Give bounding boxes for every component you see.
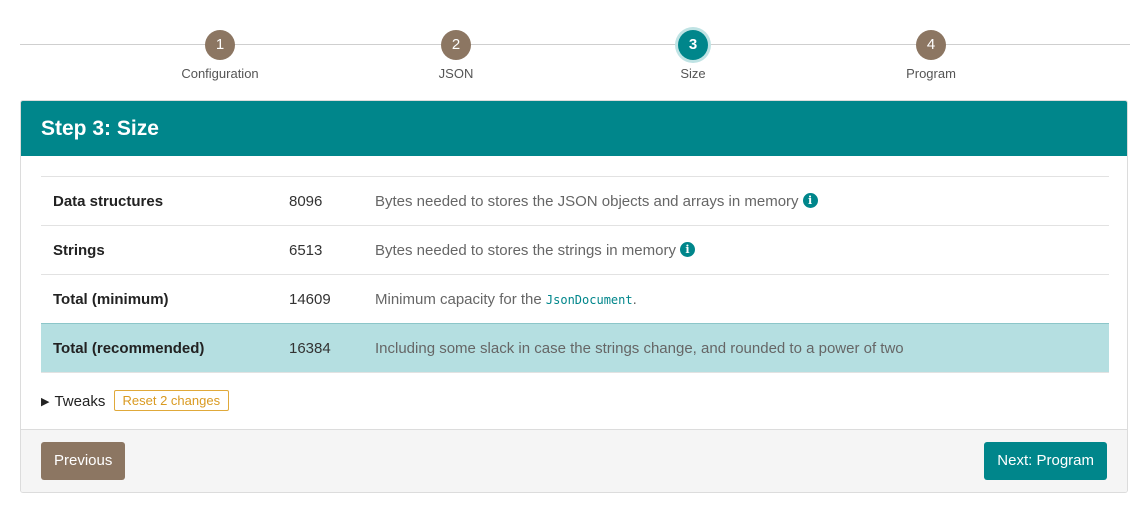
step-size: 3 Size — [613, 30, 773, 81]
row-value: 14609 — [277, 274, 363, 324]
table-row: Data structures 8096 Bytes needed to sto… — [41, 176, 1109, 226]
stepper: 1 Configuration 2 JSON 3 Size 4 Program — [20, 30, 1130, 90]
step-number: 1 — [205, 30, 235, 60]
step-program[interactable]: 4 Program — [851, 30, 1011, 81]
step-label: Program — [906, 66, 956, 81]
step-number: 4 — [916, 30, 946, 60]
step-label: JSON — [438, 66, 474, 81]
table-row-recommended: Total (recommended) 16384 Including some… — [41, 323, 1109, 373]
row-description: Bytes needed to stores the JSON objects … — [363, 176, 1109, 226]
step-number: 2 — [441, 30, 471, 60]
card-title: Step 3: Size — [21, 101, 1127, 156]
reset-changes-button[interactable]: Reset 2 changes — [113, 390, 230, 411]
tweaks-label: Tweaks — [54, 393, 106, 410]
description-text: Bytes needed to stores the strings in me… — [375, 241, 676, 259]
step-json[interactable]: 2 JSON — [376, 30, 536, 81]
step-label: Configuration — [181, 66, 259, 81]
row-value: 16384 — [277, 323, 363, 373]
info-icon[interactable]: i — [802, 192, 818, 208]
row-name: Total (minimum) — [41, 274, 277, 324]
next-program-button[interactable]: Next: Program — [984, 442, 1107, 480]
description-suffix: . — [632, 290, 637, 308]
table-row: Total (minimum) 14609 Minimum capacity f… — [41, 274, 1109, 324]
size-table: Data structures 8096 Bytes needed to sto… — [41, 176, 1109, 373]
card-footer: Previous Next: Program — [21, 429, 1127, 492]
card-body: Data structures 8096 Bytes needed to sto… — [21, 156, 1127, 414]
size-card: Step 3: Size Data structures 8096 Bytes … — [20, 100, 1128, 493]
row-name: Total (recommended) — [41, 323, 277, 373]
json-document-code: JsonDocument — [545, 292, 633, 307]
step-label: Size — [680, 66, 706, 81]
row-name: Strings — [41, 225, 277, 275]
step-configuration[interactable]: 1 Configuration — [140, 30, 300, 81]
row-description: Bytes needed to stores the strings in me… — [363, 225, 1109, 275]
step-number: 3 — [678, 30, 708, 60]
row-value: 8096 — [277, 176, 363, 226]
row-value: 6513 — [277, 225, 363, 275]
triangle-right-icon: ▶ — [41, 396, 50, 408]
table-row: Strings 6513 Bytes needed to stores the … — [41, 225, 1109, 275]
previous-button[interactable]: Previous — [41, 442, 126, 480]
row-description: Including some slack in case the strings… — [363, 323, 1109, 373]
tweaks-section: ▶ Tweaks Reset 2 changes — [41, 390, 1107, 414]
row-name: Data structures — [41, 176, 277, 226]
description-prefix: Minimum capacity for the — [375, 290, 546, 308]
tweaks-toggle[interactable]: ▶ Tweaks — [41, 393, 105, 410]
info-icon[interactable]: i — [679, 241, 695, 257]
description-text: Bytes needed to stores the JSON objects … — [375, 192, 799, 210]
row-description: Minimum capacity for the JsonDocument. — [363, 274, 1109, 324]
